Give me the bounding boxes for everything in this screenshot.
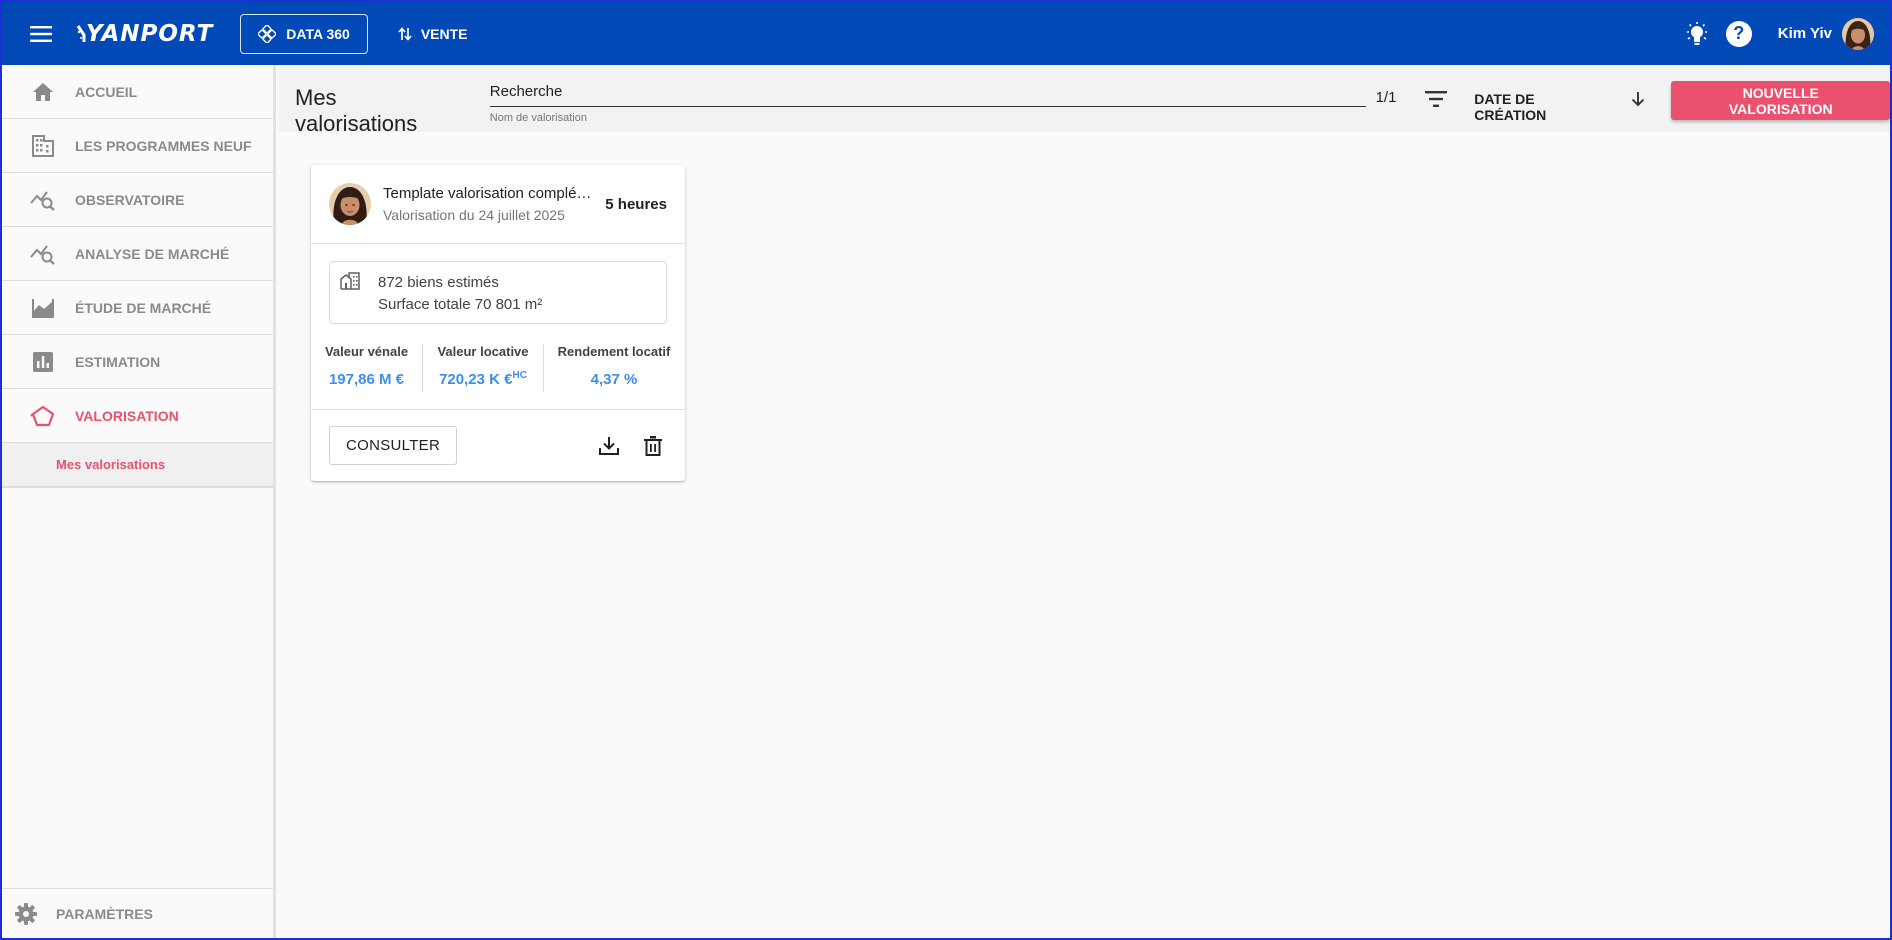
sidebar-item-etude-marche[interactable]: ÉTUDE DE MARCHÉ xyxy=(2,281,273,335)
metric-label: Valeur vénale xyxy=(324,344,409,359)
download-icon[interactable] xyxy=(595,432,623,460)
metric-value-wrap: 720,23 K €HC xyxy=(439,370,527,389)
home-icon xyxy=(30,79,56,105)
card-subtitle: Valorisation du 24 juillet 2025 xyxy=(383,207,565,223)
sidebar-item-label: ÉTUDE DE MARCHÉ xyxy=(75,299,212,316)
house-outline-icon xyxy=(30,403,56,429)
logo-text: YANPORT xyxy=(86,20,214,47)
user-avatar[interactable] xyxy=(1842,17,1874,50)
sidebar-item-estimation[interactable]: ESTIMATION xyxy=(2,335,273,389)
pagination-count: 1/1 xyxy=(1375,89,1397,106)
card-summary-box: 872 biens estimés Surface totale 70 801 … xyxy=(329,261,667,324)
trash-icon[interactable] xyxy=(639,432,667,460)
arrow-down-icon[interactable] xyxy=(1626,87,1650,111)
bar-chart-icon xyxy=(30,349,56,375)
card-age: 5 heures xyxy=(605,195,667,213)
vente-label: VENTE xyxy=(420,25,468,42)
swap-vertical-icon xyxy=(398,26,412,41)
metric-value-suffix: HC xyxy=(512,370,527,381)
sidebar-item-label: ANALYSE DE MARCHÉ xyxy=(75,245,230,262)
metric-value: 720,23 K € xyxy=(439,371,513,388)
sidebar-item-label: ACCUEIL xyxy=(75,83,138,100)
metric-label: Rendement locatif xyxy=(557,344,671,359)
sort-field-button[interactable]: DATE DE CRÉATION xyxy=(1474,91,1609,123)
building-icon xyxy=(30,133,56,159)
search-field: Nom de valorisation xyxy=(489,77,1366,124)
sidebar-item-valorisation[interactable]: VALORISATION xyxy=(2,389,273,443)
sidebar-item-parametres[interactable]: PARAMÈTRES xyxy=(2,888,273,938)
total-surface: Surface totale 70 801 m² xyxy=(378,296,543,313)
network-icon xyxy=(258,24,277,43)
app-logo[interactable]: YANPORT xyxy=(76,21,213,47)
user-name[interactable]: Kim Yiv xyxy=(1778,25,1832,42)
lightbulb-icon[interactable] xyxy=(1682,19,1712,49)
metric-valeur-locative: Valeur locative 720,23 K €HC xyxy=(423,344,544,392)
top-app-bar: YANPORT DATA 360 VENTE ? Kim Yiv xyxy=(2,2,1890,65)
sidebar-nav: ACCUEIL LES PROGRAMMES NEUF OBSERVATOIRE… xyxy=(2,65,276,938)
content-toolbar: Mes valorisations Nom de valorisation 1/… xyxy=(279,65,1890,136)
sidebar-subitem-mes-valorisations[interactable]: Mes valorisations xyxy=(2,443,273,488)
metric-value: 197,86 M € xyxy=(328,371,405,388)
metric-valeur-venale: Valeur vénale 197,86 M € xyxy=(311,344,423,392)
gear-icon xyxy=(14,902,38,926)
card-title: Template valorisation complé… xyxy=(383,185,592,202)
sidebar-item-accueil[interactable]: ACCUEIL xyxy=(2,65,273,119)
vente-button[interactable]: VENTE xyxy=(398,14,468,54)
landscape-chart-icon xyxy=(30,295,56,321)
valorisation-card: Template valorisation complé… Valorisati… xyxy=(311,165,685,481)
card-header: Template valorisation complé… Valorisati… xyxy=(311,165,685,244)
chart-search-icon xyxy=(30,241,56,267)
help-icon[interactable]: ? xyxy=(1725,20,1752,47)
data360-button[interactable]: DATA 360 xyxy=(240,13,368,54)
chart-search-icon xyxy=(30,187,56,213)
avatar xyxy=(329,183,371,225)
estimated-count: 872 biens estimés xyxy=(378,274,499,291)
settings-label: PARAMÈTRES xyxy=(56,905,153,922)
page-title: Mes valorisations xyxy=(295,85,418,136)
search-input[interactable] xyxy=(489,77,1366,107)
menu-icon[interactable] xyxy=(24,17,58,51)
metric-rendement-locatif: Rendement locatif 4,37 % xyxy=(544,344,684,392)
card-metrics: Valeur vénale 197,86 M € Valeur locative… xyxy=(311,344,685,392)
metric-value: 4,37 % xyxy=(590,371,638,388)
sidebar-item-label: LES PROGRAMMES NEUF xyxy=(75,137,252,154)
sidebar-item-label: ESTIMATION xyxy=(75,353,161,370)
apartment-building-icon xyxy=(340,272,360,292)
card-actions: CONSULTER xyxy=(311,409,685,481)
new-valorisation-button[interactable]: NOUVELLE VALORISATION xyxy=(1671,81,1890,120)
sidebar-item-label: VALORISATION xyxy=(75,407,179,424)
sidebar-item-programmes-neuf[interactable]: LES PROGRAMMES NEUF xyxy=(2,119,273,173)
sidebar-item-observatoire[interactable]: OBSERVATOIRE xyxy=(2,173,273,227)
sidebar-item-analyse-marche[interactable]: ANALYSE DE MARCHÉ xyxy=(2,227,273,281)
filter-icon[interactable] xyxy=(1422,85,1450,113)
metric-label: Valeur locative xyxy=(437,344,529,359)
search-hint: Nom de valorisation xyxy=(489,112,587,124)
consult-button[interactable]: CONSULTER xyxy=(329,426,458,465)
sidebar-item-label: OBSERVATOIRE xyxy=(75,191,185,208)
data360-label: DATA 360 xyxy=(286,25,350,42)
